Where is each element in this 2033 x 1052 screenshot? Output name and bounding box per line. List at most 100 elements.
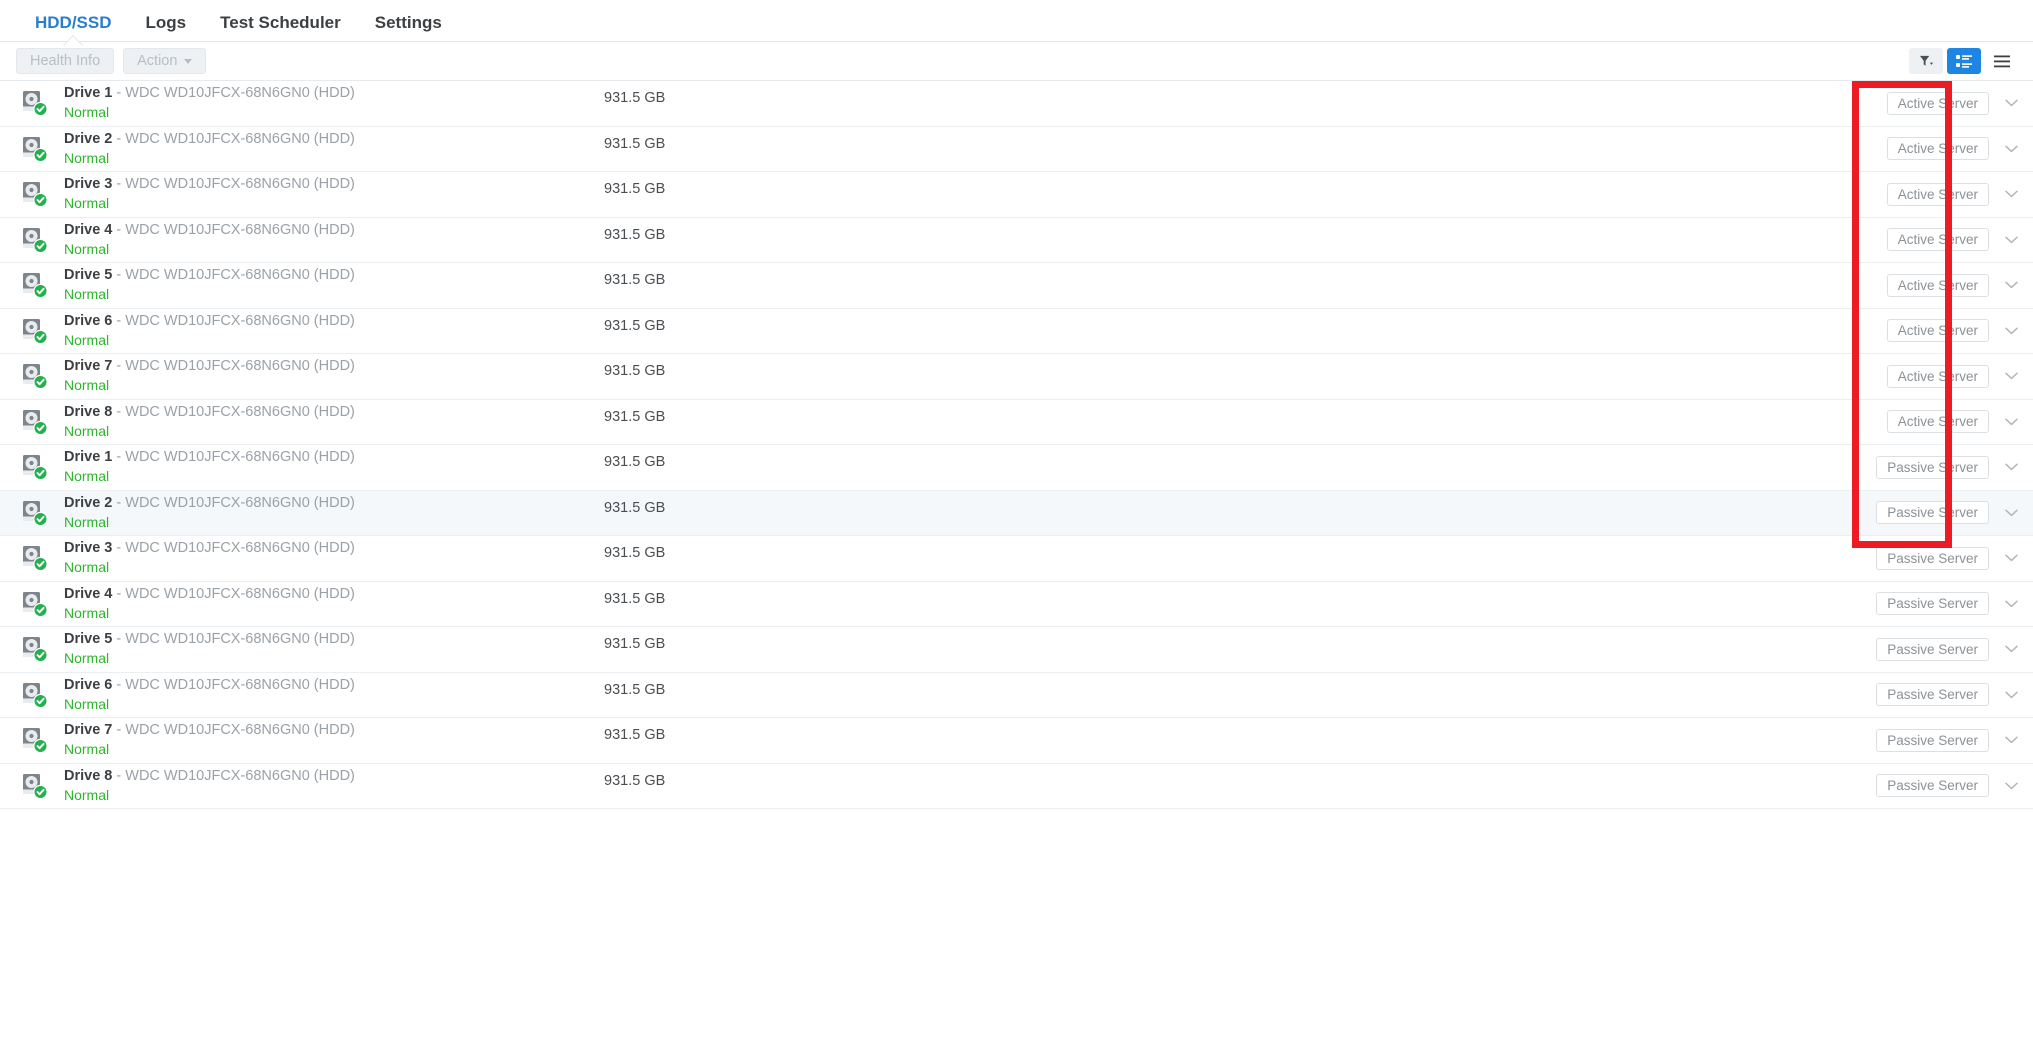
server-role-badge[interactable]: Active Server [1886, 137, 1989, 161]
drive-name: Drive 7 [64, 358, 113, 375]
table-row[interactable]: Drive 4 - WDC WD10JFCX-68N6GN0 (HDD) Norm… [0, 582, 2033, 627]
tab-hdd-ssd[interactable]: HDD/SSD [18, 0, 129, 45]
drive-capacity: 931.5 GB [604, 363, 666, 379]
drive-status-icon [22, 179, 52, 209]
tab-test-scheduler[interactable]: Test Scheduler [203, 0, 358, 45]
drive-status-icon [22, 225, 52, 255]
drive-name: Drive 5 [64, 267, 113, 284]
expand-row-chevron-icon[interactable] [1989, 554, 2033, 562]
table-row[interactable]: Drive 8 - WDC WD10JFCX-68N6GN0 (HDD) Norm… [0, 400, 2033, 445]
drive-info: Drive 8 - WDC WD10JFCX-68N6GN0 (HDD) Norm… [64, 768, 604, 804]
table-row[interactable]: Drive 6 - WDC WD10JFCX-68N6GN0 (HDD) Norm… [0, 673, 2033, 718]
expand-row-chevron-icon[interactable] [1989, 190, 2033, 198]
health-info-button[interactable]: Health Info [16, 48, 115, 74]
drive-name: Drive 5 [64, 631, 113, 648]
list-view-icon [1994, 55, 2010, 68]
drive-name: Drive 8 [64, 403, 113, 420]
server-role-badge[interactable]: Passive Server [1876, 546, 1989, 570]
server-role-badge[interactable]: Passive Server [1876, 592, 1989, 616]
drive-status-icon [22, 270, 52, 300]
separator: - [112, 312, 126, 329]
table-row[interactable]: Drive 5 - WDC WD10JFCX-68N6GN0 (HDD) Norm… [0, 263, 2033, 309]
drive-status: Normal [64, 377, 110, 394]
drive-capacity: 931.5 GB [604, 90, 666, 106]
expand-row-chevron-icon[interactable] [1989, 782, 2033, 790]
drive-info: Drive 5 - WDC WD10JFCX-68N6GN0 (HDD) Norm… [64, 631, 604, 667]
drive-info: Drive 6 - WDC WD10JFCX-68N6GN0 (HDD) Norm… [64, 677, 604, 713]
server-role-badge[interactable]: Passive Server [1876, 637, 1989, 661]
drive-info: Drive 2 - WDC WD10JFCX-68N6GN0 (HDD) Norm… [64, 131, 604, 167]
table-row[interactable]: Drive 4 - WDC WD10JFCX-68N6GN0 (HDD) Norm… [0, 218, 2033, 263]
expand-row-chevron-icon[interactable] [1989, 327, 2033, 335]
expand-row-chevron-icon[interactable] [1989, 418, 2033, 426]
table-row[interactable]: Drive 7 - WDC WD10JFCX-68N6GN0 (HDD) Norm… [0, 354, 2033, 400]
expand-row-chevron-icon[interactable] [1989, 600, 2033, 608]
action-dropdown-button[interactable]: Action [123, 48, 207, 74]
drive-status: Normal [64, 286, 110, 303]
table-row[interactable]: Drive 2 - WDC WD10JFCX-68N6GN0 (HDD) Norm… [0, 127, 2033, 172]
tab-logs[interactable]: Logs [129, 0, 204, 45]
drive-capacity: 931.5 GB [604, 727, 666, 743]
list-view-button[interactable] [1985, 48, 2019, 74]
table-row[interactable]: Drive 7 - WDC WD10JFCX-68N6GN0 (HDD) Norm… [0, 718, 2033, 764]
table-row[interactable]: Drive 5 - WDC WD10JFCX-68N6GN0 (HDD) Norm… [0, 627, 2033, 673]
drive-capacity: 931.5 GB [604, 408, 666, 425]
separator: - [112, 176, 126, 193]
expand-row-chevron-icon[interactable] [1989, 463, 2033, 471]
table-row[interactable]: Drive 1 - WDC WD10JFCX-68N6GN0 (HDD) Norm… [0, 81, 2033, 127]
drive-capacity: 931.5 GB [604, 636, 666, 652]
server-role-badge[interactable]: Active Server [1886, 91, 1989, 115]
separator: - [112, 221, 126, 238]
table-row[interactable]: Drive 3 - WDC WD10JFCX-68N6GN0 (HDD) Norm… [0, 172, 2033, 218]
separator: - [112, 585, 126, 602]
drive-info: Drive 5 - WDC WD10JFCX-68N6GN0 (HDD) Norm… [64, 267, 604, 303]
drive-name: Drive 4 [64, 221, 113, 238]
drive-capacity: 931.5 GB [604, 545, 666, 561]
drive-status: Normal [64, 695, 110, 712]
drive-status: Normal [64, 149, 110, 166]
health-info-label: Health Info [30, 53, 101, 69]
server-role-badge[interactable]: Active Server [1886, 410, 1989, 434]
table-row[interactable]: Drive 3 - WDC WD10JFCX-68N6GN0 (HDD) Norm… [0, 536, 2033, 582]
expand-row-chevron-icon[interactable] [1989, 145, 2033, 153]
drive-status: Normal [64, 240, 110, 257]
filter-icon [1919, 54, 1934, 69]
expand-row-chevron-icon[interactable] [1989, 372, 2033, 380]
expand-row-chevron-icon[interactable] [1989, 281, 2033, 289]
drive-status-icon [22, 589, 52, 619]
expand-row-chevron-icon[interactable] [1989, 99, 2033, 107]
table-row[interactable]: Drive 1 - WDC WD10JFCX-68N6GN0 (HDD) Norm… [0, 445, 2033, 491]
server-role-badge[interactable]: Passive Server [1876, 501, 1989, 525]
server-role-badge[interactable]: Active Server [1886, 364, 1989, 388]
separator: - [112, 767, 126, 784]
server-role-badge[interactable]: Passive Server [1876, 728, 1989, 752]
tab-settings[interactable]: Settings [358, 0, 459, 45]
drive-status-icon [22, 407, 52, 437]
separator: - [112, 722, 126, 739]
server-role-badge[interactable]: Active Server [1886, 273, 1989, 297]
filter-button[interactable] [1909, 48, 1943, 74]
expand-row-chevron-icon[interactable] [1989, 509, 2033, 517]
drive-status-icon [22, 361, 52, 391]
server-role-badge[interactable]: Active Server [1886, 182, 1989, 206]
table-row[interactable]: Drive 8 - WDC WD10JFCX-68N6GN0 (HDD) Norm… [0, 764, 2033, 809]
expand-row-chevron-icon[interactable] [1989, 736, 2033, 744]
drive-capacity: 931.5 GB [604, 590, 666, 607]
table-row[interactable]: Drive 6 - WDC WD10JFCX-68N6GN0 (HDD) Norm… [0, 309, 2033, 354]
expand-row-chevron-icon[interactable] [1989, 645, 2033, 653]
expand-row-chevron-icon[interactable] [1989, 691, 2033, 699]
drive-name: Drive 6 [64, 312, 113, 329]
table-row[interactable]: Drive 2 - WDC WD10JFCX-68N6GN0 (HDD) Norm… [0, 490, 2033, 536]
server-role-badge[interactable]: Passive Server [1876, 683, 1989, 707]
expand-row-chevron-icon[interactable] [1989, 236, 2033, 244]
drive-status-icon [22, 771, 52, 801]
drive-model: WDC WD10JFCX-68N6GN0 (HDD) [125, 358, 355, 375]
server-role-badge[interactable]: Passive Server [1876, 455, 1989, 479]
separator: - [112, 540, 126, 557]
drive-model: WDC WD10JFCX-68N6GN0 (HDD) [125, 221, 355, 238]
server-role-badge[interactable]: Active Server [1886, 228, 1989, 252]
server-role-badge[interactable]: Passive Server [1876, 774, 1989, 798]
server-role-badge[interactable]: Active Server [1886, 319, 1989, 343]
detail-view-button[interactable] [1947, 48, 1981, 74]
drive-model: WDC WD10JFCX-68N6GN0 (HDD) [125, 449, 355, 466]
